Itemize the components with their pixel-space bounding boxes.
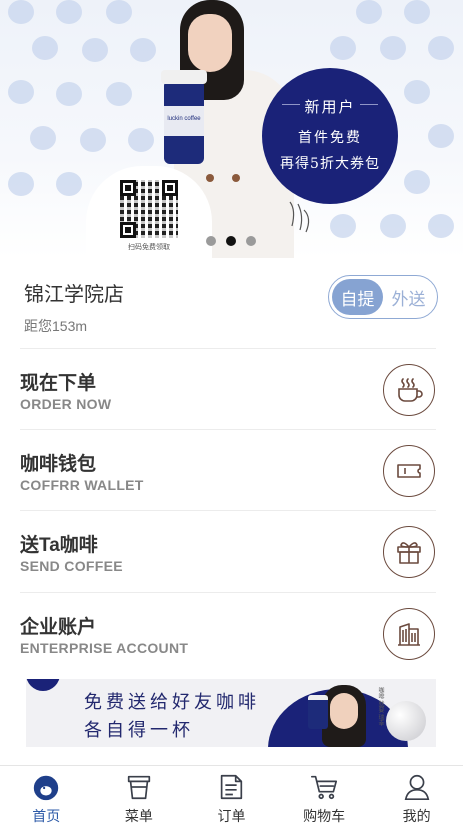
hero-banner[interactable]: luckin coffee 新用户 首件免费 再得5折大券包 扫码免费领取 [0, 0, 463, 258]
shopping-cart-icon [311, 775, 338, 800]
tab-menu[interactable]: 菜单 [93, 766, 186, 826]
row-subtitle: ORDER NOW [20, 396, 112, 412]
tab-label: 购物车 [303, 808, 346, 824]
signature-mark [286, 196, 316, 236]
bottom-tab-bar: 首页 菜单 订单 购物车 我的 [0, 765, 463, 826]
store-distance: 距您153m [24, 318, 88, 334]
row-title: 现在下单 [20, 373, 97, 394]
divider [20, 348, 436, 349]
menu-row-order-now[interactable]: 现在下单 ORDER NOW [20, 350, 438, 430]
menu-row-coffee-wallet[interactable]: 咖啡钱包 COFFRR WALLET [20, 431, 438, 511]
row-subtitle: COFFRR WALLET [20, 477, 144, 493]
pickup-delivery-toggle[interactable]: 自提 外送 [328, 275, 438, 319]
banner-line-1: 免费送给好友咖啡 [84, 692, 260, 713]
luckin-deer-icon [34, 775, 59, 801]
qr-code [120, 180, 178, 238]
qr-code-card: 扫码免费领取 [86, 166, 212, 258]
row-subtitle: ENTERPRISE ACCOUNT [20, 640, 189, 656]
promo-title: 新用户 [304, 98, 356, 116]
carousel-pager[interactable] [206, 236, 256, 246]
coffee-cup-icon [383, 364, 435, 416]
banner-sphere-decoration [386, 701, 426, 741]
order-document-icon [221, 774, 243, 800]
banner-spokesperson-face [330, 693, 358, 729]
row-subtitle: SEND COFFEE [20, 558, 123, 574]
row-title: 送Ta咖啡 [20, 535, 98, 556]
tab-label: 订单 [217, 808, 246, 824]
divider [20, 429, 436, 430]
row-title: 企业账户 [20, 617, 97, 638]
qr-caption: 扫码免费领取 [128, 244, 170, 251]
banner-signature: 咖啡 就要 瑞幸 [377, 687, 383, 727]
store-name[interactable]: 锦江学院店 [24, 278, 124, 307]
banner-corner-decoration [26, 679, 60, 691]
building-icon [383, 608, 435, 660]
coffee-cup-image: luckin coffee [161, 70, 207, 164]
promo-line-coupon: 再得5折大券包 [280, 156, 380, 172]
user-icon [404, 774, 429, 801]
gift-icon [383, 526, 435, 578]
pager-dot-active[interactable] [226, 236, 236, 246]
tab-cart[interactable]: 购物车 [278, 766, 371, 826]
cup-brand-text: luckin coffee [167, 116, 201, 122]
ticket-icon [383, 445, 435, 497]
menu-row-send-coffee[interactable]: 送Ta咖啡 SEND COFFEE [20, 512, 438, 592]
pager-dot[interactable] [246, 236, 256, 246]
new-user-promo-badge[interactable]: 新用户 首件免费 再得5折大券包 [262, 68, 398, 204]
menu-cup-icon [127, 775, 151, 800]
divider [20, 592, 436, 593]
delivery-option[interactable]: 外送 [383, 279, 434, 315]
banner-coffee-cup-image [308, 695, 328, 729]
tab-home[interactable]: 首页 [0, 766, 93, 826]
tab-orders[interactable]: 订单 [185, 766, 278, 826]
menu-row-enterprise-account[interactable]: 企业账户 ENTERPRISE ACCOUNT [20, 594, 438, 674]
promo-line-free: 首件免费 [298, 130, 362, 146]
pager-dot[interactable] [206, 236, 216, 246]
tab-label: 我的 [402, 808, 431, 824]
pickup-option[interactable]: 自提 [332, 279, 383, 315]
row-title: 咖啡钱包 [20, 454, 97, 475]
tab-label: 菜单 [124, 808, 153, 824]
banner-line-2: 各自得一杯 [84, 720, 194, 741]
tab-profile[interactable]: 我的 [370, 766, 463, 826]
send-friend-promo-banner[interactable]: 免费送给好友咖啡 各自得一杯 咖啡 就要 瑞幸 [26, 679, 436, 747]
divider [20, 510, 436, 511]
tab-label: 首页 [32, 808, 61, 824]
